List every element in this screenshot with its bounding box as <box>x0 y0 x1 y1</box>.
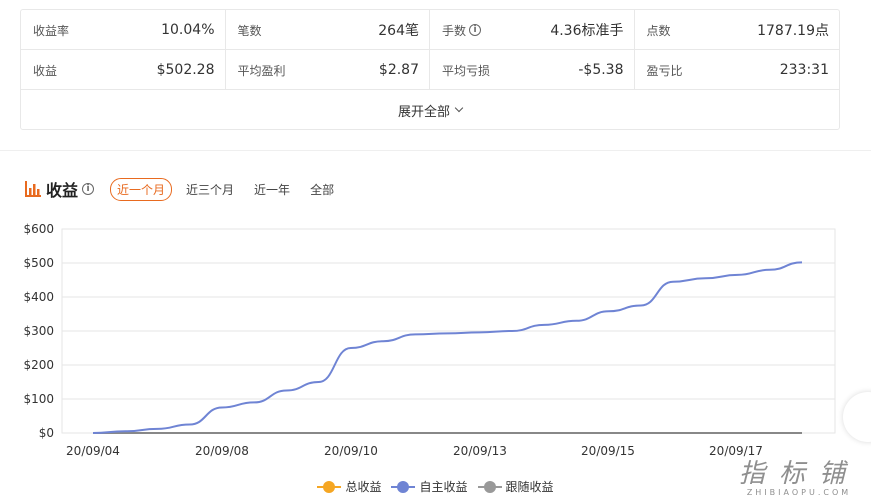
stat-label: 收益率 <box>33 23 70 38</box>
legend-item-total[interactable]: 总收益 <box>317 478 381 495</box>
profit-line-chart: $0 $100 $200 $300 $400 $500 $600 20/09/04 20/09/… <box>23 222 836 458</box>
y-tick-label: $200 <box>23 358 54 372</box>
stat-value: -$5.38 <box>578 62 624 78</box>
legend-label: 自主收益 <box>419 480 468 494</box>
stat-points: 点数 1787.19点 <box>635 10 840 50</box>
legend-marker <box>477 480 502 493</box>
x-tick-label: 20/09/10 <box>324 444 378 458</box>
legend-label: 跟随收益 <box>505 480 554 494</box>
x-tick-label: 20/09/08 <box>195 444 249 458</box>
stat-value: 10.04% <box>161 22 215 38</box>
stat-label-wrap: 手数 i <box>442 22 482 39</box>
stat-value: 1787.19点 <box>757 23 829 39</box>
series-line-self <box>92 261 803 434</box>
stat-lots: 手数 i 4.36标准手 <box>430 10 635 50</box>
stat-label: 盈亏比 <box>646 63 683 78</box>
y-tick-label: $500 <box>23 256 54 270</box>
tab-all[interactable]: 全部 <box>304 179 340 200</box>
stat-value: $502.28 <box>156 62 215 78</box>
x-tick-label: 20/09/04 <box>66 444 120 458</box>
stat-label: 手数 <box>442 23 467 38</box>
info-icon[interactable]: i <box>82 183 95 195</box>
legend-item-follow[interactable]: 跟随收益 <box>477 478 554 495</box>
stats-row-2: 收益 $502.28 平均盈利 $2.87 平均亏损 -$5.38 盈亏比 23… <box>21 50 839 90</box>
watermark-logo: 指标铺 ZHIBIAOPU.COM <box>739 453 859 497</box>
tab-three-months[interactable]: 近三个月 <box>180 179 240 200</box>
tab-one-month[interactable]: 近一个月 <box>110 177 173 201</box>
watermark-sub: ZHIBIAOPU.COM <box>746 488 852 497</box>
stat-label: 平均亏损 <box>442 63 491 78</box>
stat-label: 收益 <box>33 63 58 78</box>
stat-value: 264笔 <box>378 23 419 39</box>
legend-marker <box>391 480 416 493</box>
stats-row-1: 收益率 10.04% 笔数 264笔 手数 i 4.36标准手 点数 1787.1… <box>21 10 839 50</box>
legend-marker <box>317 480 342 493</box>
stat-avg-profit: 平均盈利 $2.87 <box>226 50 430 90</box>
stat-trade-count: 笔数 264笔 <box>226 10 430 50</box>
x-tick-label: 20/09/15 <box>581 444 635 458</box>
y-tick-label: $100 <box>23 392 54 406</box>
section-title: 收益 <box>46 181 79 200</box>
y-tick-label: $300 <box>23 324 54 338</box>
watermark-main: 指标铺 <box>738 459 859 489</box>
expand-all-button[interactable]: 展开全部 <box>21 90 839 130</box>
chevron-down-icon <box>454 103 464 113</box>
stat-value: $2.87 <box>378 62 419 78</box>
legend-label: 总收益 <box>345 480 382 494</box>
stat-profit-loss-ratio: 盈亏比 233:31 <box>635 50 840 90</box>
x-tick-label: 20/09/13 <box>453 444 507 458</box>
section-divider <box>0 150 871 151</box>
stat-profit: 收益 $502.28 <box>21 50 226 90</box>
stat-avg-loss: 平均亏损 -$5.38 <box>430 50 635 90</box>
y-tick-label: $600 <box>23 222 54 236</box>
stat-label: 点数 <box>646 23 671 38</box>
y-tick-label: $400 <box>23 290 54 304</box>
stat-value: 233:31 <box>779 62 829 78</box>
legend-item-self[interactable]: 自主收益 <box>391 478 468 495</box>
stats-panel: 收益率 10.04% 笔数 264笔 手数 i 4.36标准手 点数 1787.1… <box>20 9 840 130</box>
info-icon[interactable]: i <box>469 24 482 36</box>
period-tabs: 近一个月 近三个月 近一年 全部 <box>110 177 348 201</box>
y-tick-label: $0 <box>39 426 54 440</box>
tab-one-year[interactable]: 近一年 <box>248 179 296 200</box>
stat-value: 4.36标准手 <box>550 23 624 39</box>
profit-section-header: 收益 i 近一个月 近三个月 近一年 全部 <box>24 177 348 201</box>
expand-all-label: 展开全部 <box>397 104 450 120</box>
stat-label: 平均盈利 <box>237 63 286 78</box>
bar-chart-icon <box>25 181 41 197</box>
stat-label: 笔数 <box>237 23 262 38</box>
stat-return-rate: 收益率 10.04% <box>21 10 226 50</box>
